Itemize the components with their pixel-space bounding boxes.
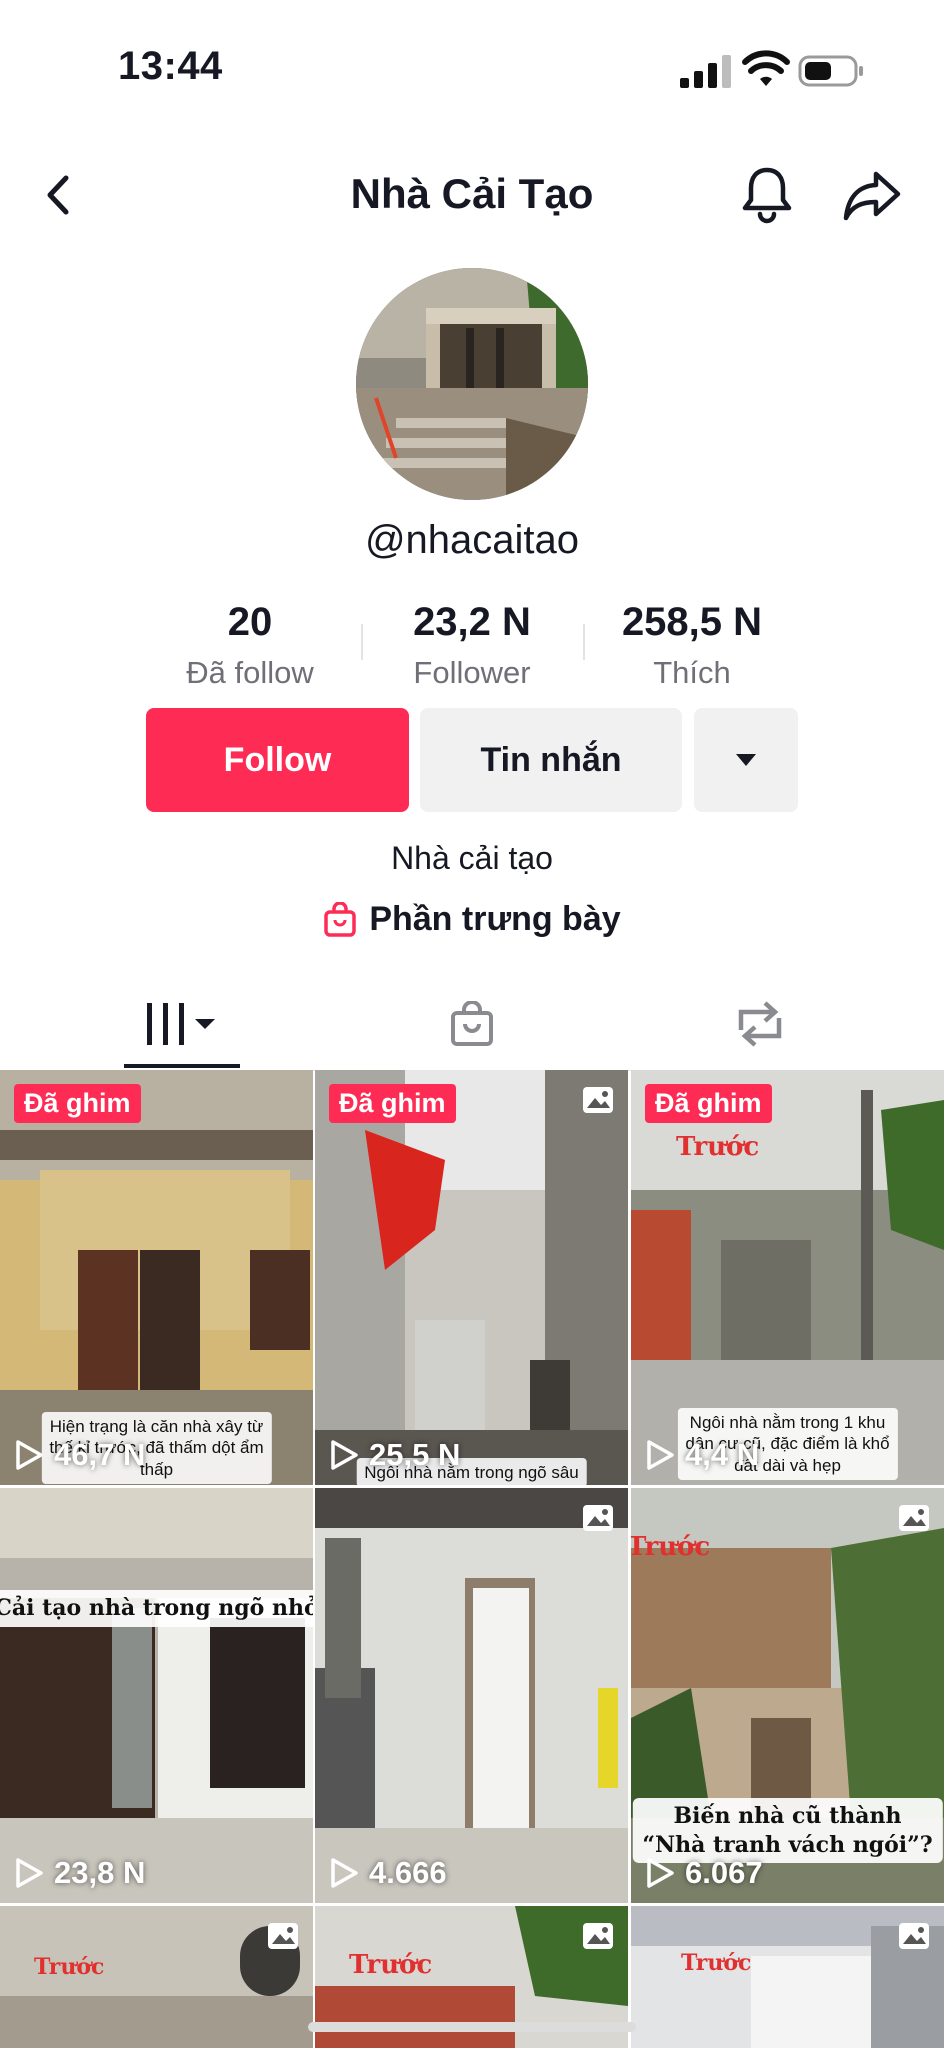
photo-icon xyxy=(899,1505,929,1531)
profile-handle: @nhacaitao xyxy=(364,518,580,562)
showcase-link[interactable]: Phần trưng bày xyxy=(0,900,944,939)
play-icon xyxy=(647,1858,674,1888)
photo-icon xyxy=(583,1923,613,1949)
video-tile[interactable]: Trước xyxy=(631,1906,944,2048)
video-overlay-text: Trước xyxy=(34,1954,105,1980)
video-thumbnail xyxy=(315,1070,628,1485)
view-count-value: 4.666 xyxy=(369,1855,447,1890)
video-overlay-text: Trước xyxy=(631,1532,711,1562)
profile-header: Nhà Cải Tạo xyxy=(0,150,944,240)
photo-icon xyxy=(268,1923,298,1949)
view-count: 6.067 xyxy=(645,1855,763,1891)
repost-icon xyxy=(738,1001,782,1047)
battery-icon xyxy=(798,55,863,87)
stat-likes-value: 258,5 N xyxy=(621,600,763,644)
stat-following[interactable]: 20 Đã follow xyxy=(150,600,350,691)
photo-icon xyxy=(899,1923,929,1949)
video-caption: Cải tạo nhà trong ngõ nhỏ xyxy=(0,1590,313,1627)
status-time: 13:44 xyxy=(118,44,223,88)
view-count-value: 25,5 N xyxy=(369,1437,461,1472)
view-count: 4.666 xyxy=(329,1855,447,1891)
tab-videos[interactable] xyxy=(124,980,240,1068)
page-title: Nhà Cải Tạo xyxy=(350,170,594,217)
play-icon xyxy=(331,1858,358,1888)
video-tile[interactable]: 4.666 xyxy=(315,1488,628,1903)
video-tile[interactable]: Cải tạo nhà trong ngõ nhỏ 23,8 N xyxy=(0,1488,313,1903)
video-tile[interactable]: Trước Biến nhà cũ thành “Nhà tranh vách … xyxy=(631,1488,944,1903)
tab-active-indicator xyxy=(124,1064,240,1068)
video-tile[interactable]: Đã ghim Hiện trạng là căn nhà xây từ thế… xyxy=(0,1070,313,1485)
video-tile[interactable]: Đã ghim Ngôi nhà nằm trong ngõ sâu 25,5 … xyxy=(315,1070,628,1485)
profile-tabs xyxy=(0,980,944,1071)
stat-followers-label: Follower xyxy=(413,655,531,690)
stat-divider xyxy=(583,624,585,660)
view-count-value: 46,7 N xyxy=(54,1437,146,1472)
home-indicator[interactable] xyxy=(308,2022,636,2032)
stat-following-value: 20 xyxy=(227,600,273,644)
view-count-value: 6.067 xyxy=(685,1855,763,1890)
video-tile[interactable]: Đã ghim Trước Ngôi nhà nằm trong 1 khu d… xyxy=(631,1070,944,1485)
pinned-badge: Đã ghim xyxy=(14,1084,141,1123)
photo-icon xyxy=(583,1087,613,1113)
stat-followers-value: 23,2 N xyxy=(413,600,531,644)
stat-divider xyxy=(361,624,363,660)
view-count: 4,4 N xyxy=(645,1437,759,1473)
shopping-bag-icon xyxy=(451,1001,493,1046)
play-icon xyxy=(16,1858,43,1888)
caret-down-icon xyxy=(736,754,756,766)
video-thumbnail xyxy=(0,1488,313,1903)
profile-bio: Nhà cải tạo xyxy=(391,840,553,876)
view-count: 46,7 N xyxy=(14,1437,145,1473)
follow-button[interactable]: Follow xyxy=(146,708,409,812)
wifi-icon xyxy=(742,50,790,86)
video-grid-icon xyxy=(147,1003,215,1045)
cellular-signal-icon xyxy=(680,55,731,88)
video-tile[interactable]: Trước xyxy=(0,1906,313,2048)
view-count-value: 23,8 N xyxy=(54,1855,146,1890)
pinned-badge: Đã ghim xyxy=(329,1084,456,1123)
play-icon xyxy=(331,1440,358,1470)
avatar-image xyxy=(356,268,588,500)
video-caption: Biến nhà cũ thành “Nhà tranh vách ngói”? xyxy=(632,1798,943,1864)
view-count-value: 4,4 N xyxy=(685,1437,760,1472)
more-options-button[interactable] xyxy=(694,708,798,812)
view-count: 25,5 N xyxy=(329,1437,460,1473)
stat-likes[interactable]: 258,5 N Thích xyxy=(592,600,792,691)
showcase-label: Phần trưng bày xyxy=(369,900,621,938)
shopping-bag-icon xyxy=(324,901,357,937)
video-overlay-text: Trước xyxy=(681,1950,752,1976)
video-thumbnail xyxy=(315,1488,628,1903)
photo-icon xyxy=(583,1505,613,1531)
pinned-badge: Đã ghim xyxy=(645,1084,772,1123)
view-count: 23,8 N xyxy=(14,1855,145,1891)
tab-reposts[interactable] xyxy=(720,980,800,1068)
video-overlay-text: Trước xyxy=(349,1950,433,1980)
message-button[interactable]: Tin nhắn xyxy=(420,708,682,812)
status-bar: 13:44 xyxy=(0,0,944,140)
stat-followers[interactable]: 23,2 N Follower xyxy=(372,600,572,691)
play-icon xyxy=(647,1440,674,1470)
stat-following-label: Đã follow xyxy=(186,655,314,690)
video-overlay-text: Trước xyxy=(676,1132,760,1162)
avatar[interactable] xyxy=(356,268,588,500)
tab-shop[interactable] xyxy=(432,980,512,1068)
share-icon[interactable] xyxy=(842,168,902,222)
stat-likes-label: Thích xyxy=(653,655,731,690)
bell-icon[interactable] xyxy=(740,164,794,224)
play-icon xyxy=(16,1440,43,1470)
